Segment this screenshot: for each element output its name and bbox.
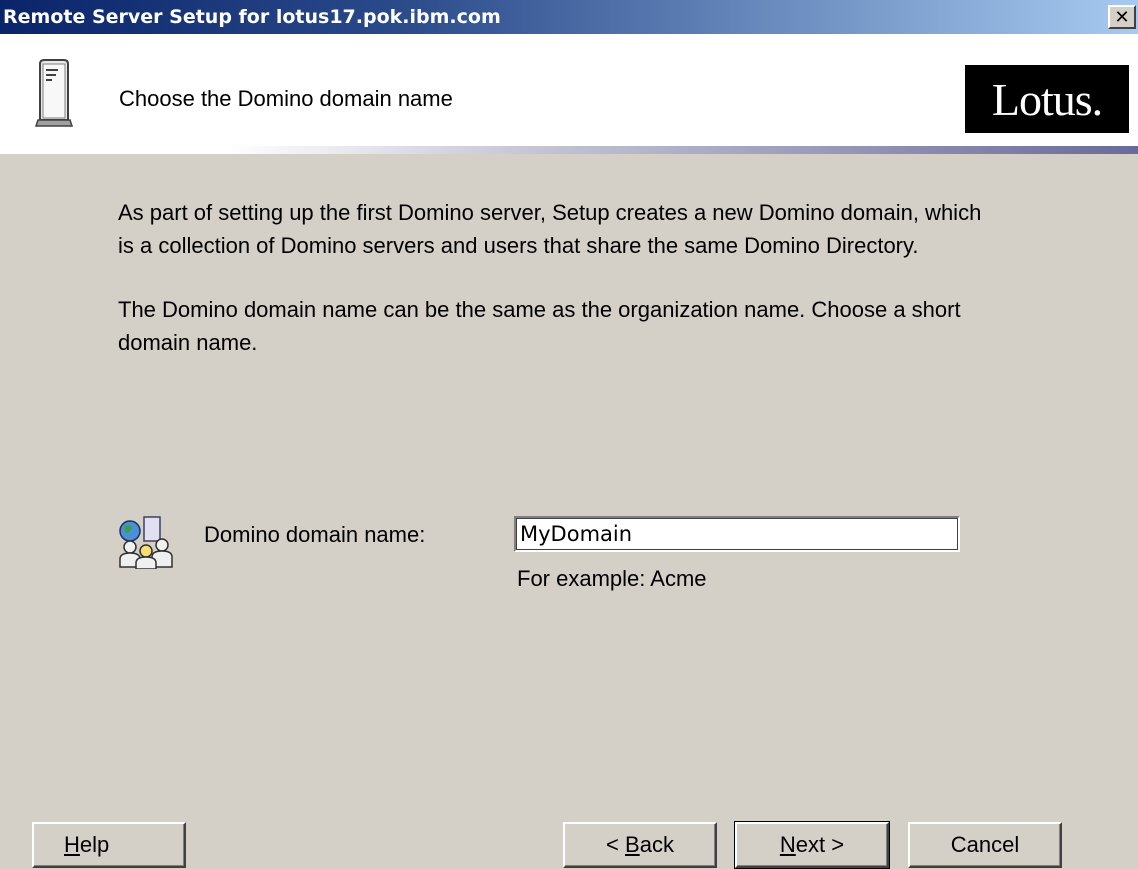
domain-users-icon (119, 516, 173, 569)
domain-name-example: For example: Acme (517, 566, 707, 591)
window-title: Remote Server Setup for lotus17.pok.ibm.… (3, 6, 501, 28)
intro-line-2: is a collection of Domino servers and us… (118, 233, 919, 258)
header-divider (0, 146, 1138, 154)
intro-line-1: As part of setting up the first Domino s… (118, 200, 982, 225)
back-mnemonic: B (625, 832, 640, 857)
next-label-rest: ext > (795, 832, 845, 857)
hint-line-1: The Domino domain name can be the same a… (118, 297, 961, 322)
domain-name-label: Domino domain name: (204, 522, 426, 547)
close-button[interactable]: ✕ (1108, 5, 1136, 29)
next-button[interactable]: Next > (734, 821, 890, 869)
title-bar: Remote Server Setup for lotus17.pok.ibm.… (0, 0, 1138, 34)
page-title: Choose the Domino domain name (119, 86, 453, 111)
back-prefix: < (606, 832, 626, 857)
back-label-rest: ack (639, 832, 674, 857)
server-tower-icon (34, 59, 74, 127)
hint-paragraph: The Domino domain name can be the same a… (118, 293, 1038, 359)
back-button[interactable]: < Back (563, 822, 717, 868)
close-icon: ✕ (1114, 6, 1130, 28)
lotus-logo: Lotus. (965, 65, 1129, 133)
intro-paragraph: As part of setting up the first Domino s… (118, 196, 1038, 262)
help-mnemonic: H (64, 832, 80, 857)
help-label-rest: elp (79, 832, 110, 857)
hint-line-2: domain name. (118, 330, 258, 355)
help-button[interactable]: Help (32, 822, 186, 868)
domain-name-input[interactable] (514, 516, 960, 552)
cancel-button[interactable]: Cancel (908, 822, 1062, 868)
next-mnemonic: N (779, 832, 796, 857)
